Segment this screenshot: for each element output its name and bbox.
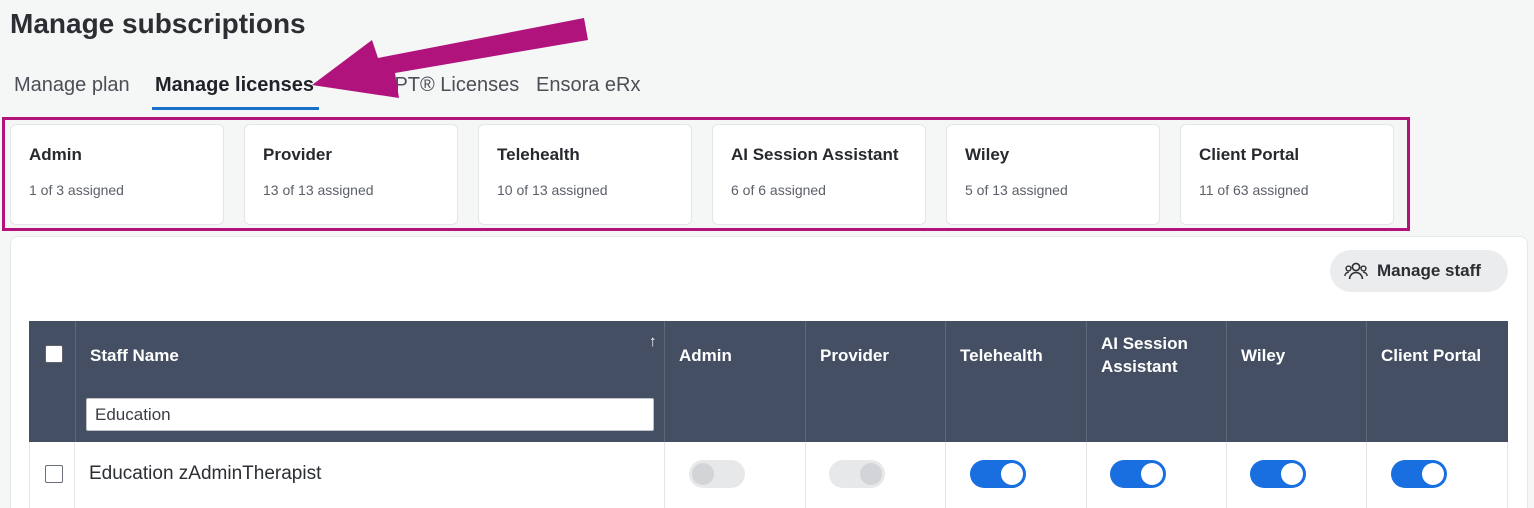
license-card-count: 1 of 3 assigned (29, 182, 124, 198)
license-card-telehealth: Telehealth 10 of 13 assigned (478, 124, 692, 225)
row-divider (805, 442, 806, 508)
row-divider (74, 442, 75, 508)
toggle-knob (692, 463, 714, 485)
toggle-knob (1422, 463, 1444, 485)
tab-manage-licenses[interactable]: Manage licenses (152, 72, 319, 110)
provider-license-toggle[interactable] (829, 460, 885, 488)
column-header-client-portal: Client Portal (1366, 321, 1508, 442)
license-card-provider: Provider 13 of 13 assigned (244, 124, 458, 225)
staff-name-cell: Education zAdminTherapist (89, 463, 322, 484)
column-label-client-portal: Client Portal (1381, 346, 1482, 365)
license-card-count: 5 of 13 assigned (965, 182, 1068, 198)
row-divider (664, 442, 665, 508)
people-icon (1344, 262, 1368, 280)
column-header-wiley: Wiley (1226, 321, 1367, 442)
arrow-up-icon[interactable]: ↑ (649, 333, 657, 350)
toggle-knob (1281, 463, 1303, 485)
row-divider (945, 442, 946, 508)
toggle-knob (1141, 463, 1163, 485)
wiley-license-toggle[interactable] (1250, 460, 1306, 488)
admin-license-toggle[interactable] (689, 460, 745, 488)
select-all-checkbox[interactable] (45, 345, 63, 363)
toggle-knob (1001, 463, 1023, 485)
license-card-name: Admin (29, 145, 82, 164)
license-card-client-portal: Client Portal 11 of 63 assigned (1180, 124, 1394, 225)
license-card-count: 10 of 13 assigned (497, 182, 608, 198)
header-select-all-cell (29, 321, 75, 442)
column-label-staff-name: Staff Name (90, 346, 179, 365)
page-title: Manage subscriptions (10, 8, 306, 39)
license-card-name: AI Session Assistant (731, 145, 899, 164)
license-card-name: Telehealth (497, 145, 580, 164)
license-card-wiley: Wiley 5 of 13 assigned (946, 124, 1160, 225)
staff-name-filter-input[interactable] (86, 398, 654, 431)
row-divider (1086, 442, 1087, 508)
column-label-ai-session-assistant: AI Session Assistant (1101, 332, 1188, 378)
row-select-checkbox[interactable] (45, 465, 63, 483)
column-header-telehealth: Telehealth (945, 321, 1086, 442)
client-portal-license-toggle[interactable] (1391, 460, 1447, 488)
license-card-name: Provider (263, 145, 332, 164)
column-label-admin: Admin (679, 346, 732, 365)
license-card-count: 13 of 13 assigned (263, 182, 374, 198)
row-divider (1366, 442, 1367, 508)
row-divider (1226, 442, 1227, 508)
tab-manage-plan[interactable]: Manage plan (14, 72, 130, 110)
toggle-knob (860, 463, 882, 485)
column-label-wiley: Wiley (1241, 346, 1286, 365)
manage-staff-label: Manage staff (1377, 261, 1481, 280)
column-label-provider: Provider (820, 346, 889, 365)
column-header-provider: Provider (805, 321, 946, 442)
column-label-ai-line2: Assistant (1101, 357, 1178, 376)
column-label-ai-line1: AI Session (1101, 334, 1188, 353)
telehealth-license-toggle[interactable] (970, 460, 1026, 488)
ai-session-assistant-license-toggle[interactable] (1110, 460, 1166, 488)
column-header-ai-session-assistant: AI Session Assistant (1086, 321, 1227, 442)
license-card-count: 11 of 63 assigned (1199, 182, 1309, 198)
manage-staff-button[interactable]: Manage staff (1330, 250, 1508, 292)
license-card-name: Wiley (965, 145, 1010, 164)
license-card-ai-session-assistant: AI Session Assistant 6 of 6 assigned (712, 124, 926, 225)
column-label-telehealth: Telehealth (960, 346, 1043, 365)
license-card-count: 6 of 6 assigned (731, 182, 826, 198)
license-card-admin: Admin 1 of 3 assigned (10, 124, 224, 225)
column-header-admin: Admin (664, 321, 805, 442)
license-card-name: Client Portal (1199, 145, 1300, 164)
annotation-arrow (312, 18, 588, 98)
